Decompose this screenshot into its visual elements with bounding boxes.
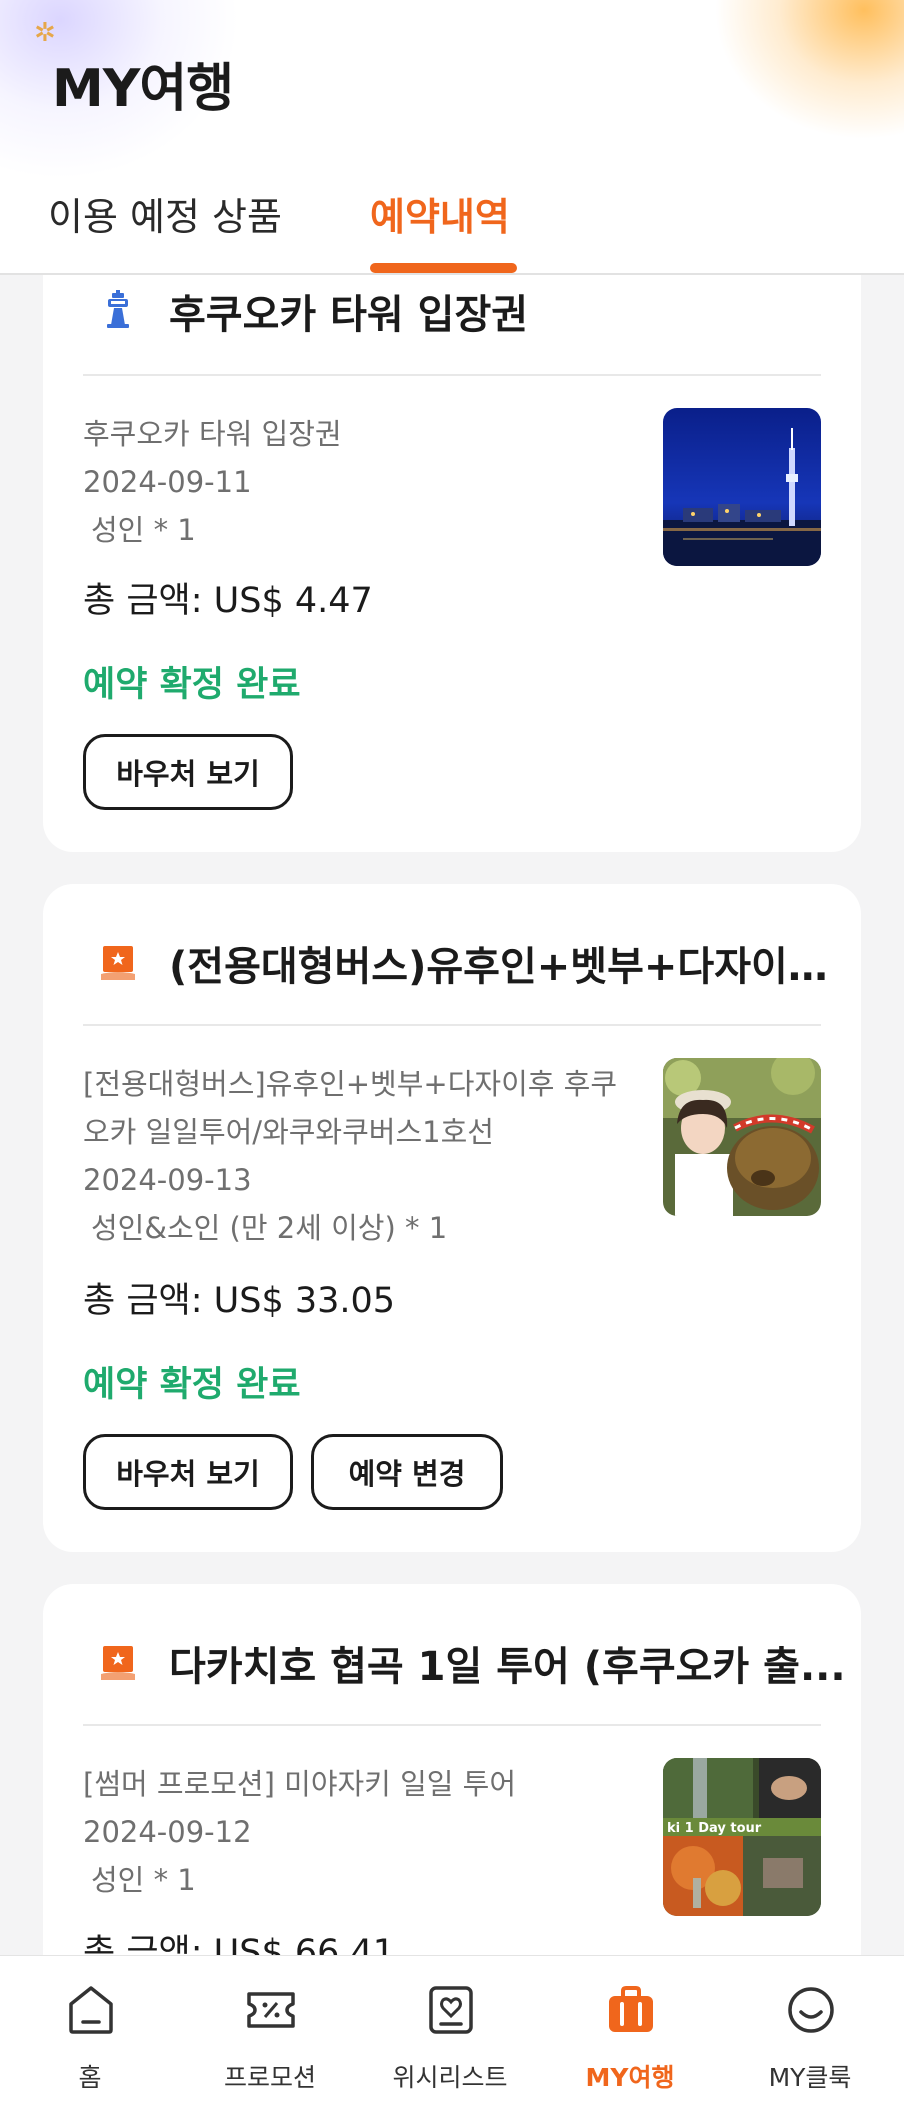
booking-details: 후쿠오카 타워 입장권 2024-09-11 성인 * 1 — [83, 410, 643, 554]
nav-my-klook[interactable]: MY클룩 — [720, 1956, 900, 2105]
booking-title[interactable]: 다카치호 협곡 1일 투어 (후쿠오카 출... — [169, 1634, 859, 1692]
nav-label-wishlist: 위시리스트 — [392, 2063, 508, 2092]
nav-wishlist[interactable]: 위시리스트 — [360, 1956, 540, 2105]
booking-details: [썸머 프로모션] 미야자키 일일 투어 2024-09-12 성인 * 1 — [83, 1760, 643, 1904]
product-thumbnail[interactable] — [663, 1058, 821, 1216]
booking-card[interactable]: (전용대형버스)유후인+벳부+다자이후... [전용대형버스]유후인+벳부+다자… — [43, 884, 861, 1552]
thumbnail-caption: ki 1 Day tour — [667, 1821, 762, 1836]
nav-label-home: 홈 — [78, 2063, 102, 2092]
home-icon — [66, 1984, 116, 2036]
coupon-icon — [246, 1984, 296, 2036]
app-header: ✲ MY여행 이용 예정 상품 예약내역 — [0, 0, 904, 275]
booking-status: 예약 확정 완료 — [83, 665, 301, 705]
booking-total: 총 금액: US$ 4.47 — [83, 581, 373, 621]
booking-quantity: 성인&소인 (만 2세 이상) * 1 — [91, 1211, 448, 1245]
wishlist-icon — [426, 1984, 476, 2036]
booking-date: 2024-09-11 — [83, 465, 252, 499]
booking-title[interactable]: 후쿠오카 타워 입장권 — [169, 282, 859, 340]
nav-my-trip[interactable]: MY여행 — [540, 1956, 720, 2105]
nav-home[interactable]: 홈 — [0, 1956, 180, 2105]
smile-icon — [786, 1984, 836, 2036]
bottom-navigation: 홈 프로모션 위시리스트 MY여행 MY클룩 — [0, 1955, 904, 2105]
nav-promotion[interactable]: 프로모션 — [180, 1956, 360, 2105]
product-name: [썸머 프로모션] 미야자키 일일 투어 — [83, 1767, 517, 1801]
nav-label-my-trip: MY여행 — [585, 2063, 675, 2092]
view-voucher-button[interactable]: 바우처 보기 — [83, 1434, 293, 1510]
product-name-line-2: 오카 일일투어/와쿠와쿠버스1호선 — [83, 1115, 494, 1149]
flag-icon — [99, 944, 137, 982]
view-voucher-button[interactable]: 바우처 보기 — [83, 734, 293, 810]
tab-bar: 이용 예정 상품 예약내역 — [0, 180, 904, 273]
booking-title[interactable]: (전용대형버스)유후인+벳부+다자이후... — [169, 934, 859, 992]
booking-total: 총 금액: US$ 33.05 — [83, 1281, 396, 1321]
tower-icon — [99, 290, 137, 328]
tab-booking-history[interactable]: 예약내역 — [370, 186, 510, 241]
change-booking-button[interactable]: 예약 변경 — [311, 1434, 503, 1510]
page-title: MY여행 — [52, 59, 234, 119]
nav-label-my-klook: MY클룩 — [768, 2063, 852, 2092]
active-tab-indicator — [370, 263, 517, 273]
nav-label-promotion: 프로모션 — [223, 2063, 316, 2092]
booking-card[interactable]: 후쿠오카 타워 입장권 후쿠오카 타워 입장권 2024-09-11 성인 * … — [43, 240, 861, 852]
product-name: 후쿠오카 타워 입장권 — [83, 417, 342, 451]
booking-status: 예약 확정 완료 — [83, 1365, 301, 1405]
product-thumbnail[interactable] — [663, 408, 821, 566]
booking-quantity: 성인 * 1 — [91, 1863, 196, 1897]
product-name-line-1: [전용대형버스]유후인+벳부+다자이후 후쿠 — [83, 1067, 618, 1101]
tab-upcoming-products[interactable]: 이용 예정 상품 — [48, 186, 282, 241]
flag-icon — [99, 1644, 137, 1682]
card-divider — [83, 1724, 821, 1726]
card-divider — [83, 374, 821, 376]
sparkle-icon: ✲ — [34, 18, 56, 48]
booking-date: 2024-09-13 — [83, 1163, 252, 1197]
booking-quantity: 성인 * 1 — [91, 513, 196, 547]
header-gradient-right — [714, 0, 904, 140]
product-thumbnail[interactable]: ki 1 Day tour — [663, 1758, 821, 1916]
booking-details: [전용대형버스]유후인+벳부+다자이후 후쿠 오카 일일투어/와쿠와쿠버스1호선… — [83, 1060, 643, 1252]
suitcase-icon — [606, 1984, 656, 2036]
booking-date: 2024-09-12 — [83, 1815, 252, 1849]
card-divider — [83, 1024, 821, 1026]
